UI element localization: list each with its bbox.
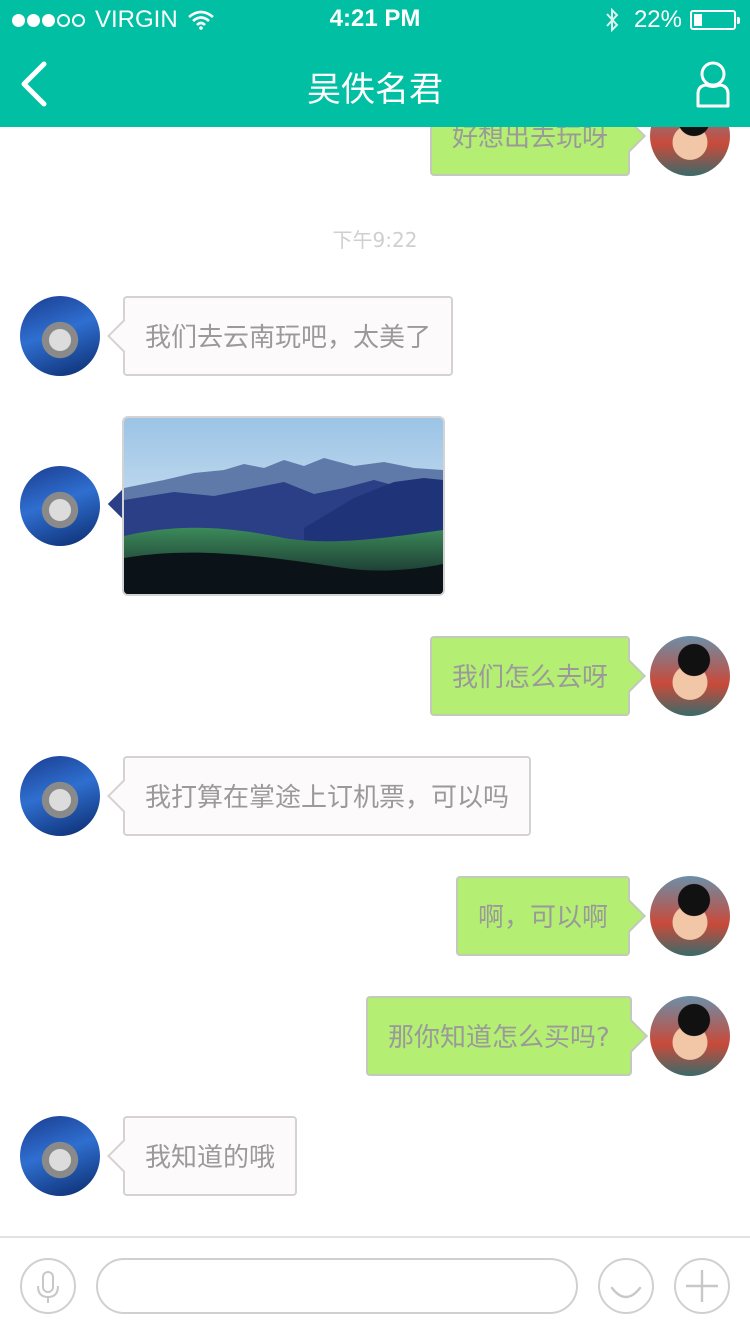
message-bubble-incoming[interactable]: 我知道的哦 bbox=[123, 1116, 298, 1196]
my-avatar[interactable] bbox=[650, 996, 730, 1076]
navigation-bar: 吴佚名君 bbox=[0, 40, 750, 127]
message-bubble-incoming[interactable]: 我们去云南玩吧，太美了 bbox=[123, 296, 454, 376]
message-bubble-outgoing[interactable]: 啊，可以啊 bbox=[456, 876, 631, 956]
message-bubble-incoming[interactable]: 我打算在掌途上订机票，可以吗 bbox=[123, 756, 532, 836]
friend-avatar[interactable] bbox=[20, 1116, 100, 1196]
person-icon[interactable] bbox=[694, 60, 732, 108]
emoji-button[interactable] bbox=[598, 1258, 654, 1314]
message-timestamp: 下午9:22 bbox=[332, 228, 418, 252]
microphone-icon bbox=[37, 1271, 59, 1303]
voice-button[interactable] bbox=[20, 1258, 76, 1314]
battery-icon bbox=[690, 10, 740, 30]
battery-level-fill bbox=[694, 14, 702, 26]
smiley-icon bbox=[610, 1286, 642, 1299]
page-title: 吴佚名君 bbox=[307, 70, 443, 110]
message-bubble-outgoing[interactable]: 我们怎么去呀 bbox=[430, 636, 631, 716]
status-bar: VIRGIN 4:21 PM 22% bbox=[0, 0, 750, 40]
mountain-landscape-photo bbox=[124, 418, 443, 594]
message-input-bar bbox=[0, 1236, 750, 1334]
message-input[interactable] bbox=[96, 1258, 578, 1314]
my-avatar[interactable] bbox=[650, 636, 730, 716]
message-bubble-outgoing[interactable]: 那你知道怎么买吗? bbox=[366, 996, 632, 1076]
friend-avatar[interactable] bbox=[20, 296, 100, 376]
my-avatar[interactable] bbox=[650, 876, 730, 956]
battery-percentage: 22% bbox=[633, 6, 682, 33]
add-button[interactable] bbox=[674, 1258, 730, 1314]
chat-area[interactable]: 好想出去玩呀 下午9:22 我们去云南玩吧，太美了 我们怎么去呀 我打算在掌途上… bbox=[0, 0, 750, 1236]
image-message[interactable] bbox=[122, 416, 445, 596]
bluetooth-icon bbox=[606, 7, 619, 33]
friend-avatar[interactable] bbox=[20, 466, 100, 546]
plus-icon bbox=[686, 1270, 718, 1302]
header-bar: VIRGIN 4:21 PM 22% 吴佚名君 bbox=[0, 0, 750, 127]
friend-avatar[interactable] bbox=[20, 756, 100, 836]
